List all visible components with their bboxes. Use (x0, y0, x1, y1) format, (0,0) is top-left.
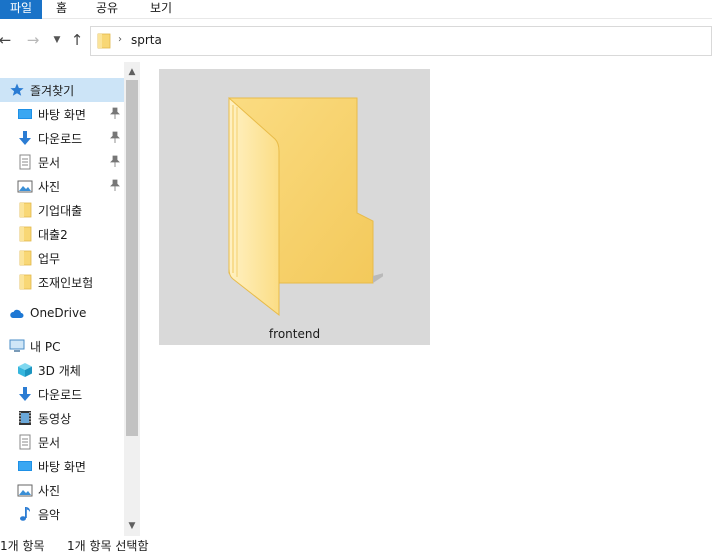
ribbon-tabs: 파일 홈 공유 보기 (0, 0, 712, 19)
download-icon (19, 387, 31, 401)
up-button[interactable]: ↑ (68, 30, 86, 50)
arrow-left-icon: ← (0, 31, 12, 49)
nav-label: 기업대출 (38, 204, 83, 218)
nav-item-downloads[interactable]: 다운로드 (0, 126, 124, 150)
navigation-bar: ← → ▼ ↑ › sprta (0, 20, 712, 62)
nav-label: 다운로드 (38, 132, 83, 146)
nav-label: 문서 (38, 436, 61, 450)
forward-button[interactable]: → (24, 30, 42, 50)
file-name[interactable]: frontend (159, 327, 430, 341)
nav-item-pc-downloads[interactable]: 다운로드 (0, 382, 124, 406)
item-count: 1개 항목 (0, 539, 45, 552)
scrollbar-thumb[interactable] (126, 80, 138, 436)
nav-item-pc-pictures[interactable]: 사진 (0, 478, 124, 502)
nav-label: 대출2 (38, 228, 68, 242)
star-icon (10, 83, 24, 96)
nav-item-folder-insurance[interactable]: 조재인보험 (0, 270, 124, 294)
folder-icon (97, 33, 111, 49)
nav-label: 즐겨찾기 (30, 84, 75, 98)
navigation-pane: 즐겨찾기 바탕 화면 다운로드 문서 사진 기업대출 대출2 업무 조재인보험 … (0, 62, 140, 536)
tab-share[interactable]: 공유 (96, 0, 118, 19)
status-bar: 1개 항목 1개 항목 선택함 (0, 536, 712, 552)
nav-item-pc-documents[interactable]: 문서 (0, 430, 124, 454)
music-icon (20, 507, 30, 521)
cloud-icon (10, 309, 24, 318)
nav-item-pictures[interactable]: 사진 (0, 174, 124, 198)
breadcrumb-separator-icon[interactable]: › (118, 34, 122, 45)
recent-locations-button[interactable]: ▼ (48, 30, 66, 50)
computer-icon (9, 339, 25, 352)
pin-icon[interactable] (110, 179, 120, 191)
nav-label: 동영상 (38, 412, 72, 426)
nav-label: OneDrive (30, 306, 87, 320)
pin-icon[interactable] (110, 131, 120, 143)
nav-label: 조재인보험 (38, 276, 94, 290)
document-icon (19, 434, 31, 450)
desktop-icon (18, 461, 32, 471)
selected-count: 1개 항목 선택함 (67, 539, 149, 552)
nav-label: 바탕 화면 (38, 460, 86, 474)
nav-item-folder-business-loan[interactable]: 기업대출 (0, 198, 124, 222)
scroll-up-icon[interactable]: ▲ (124, 64, 140, 80)
nav-scrollbar[interactable]: ▲ ▼ (124, 62, 140, 536)
nav-item-folder-loan2[interactable]: 대출2 (0, 222, 124, 246)
tab-file[interactable]: 파일 (0, 0, 42, 19)
nav-label: 다운로드 (38, 388, 83, 402)
chevron-down-icon: ▼ (53, 35, 61, 45)
scroll-down-icon[interactable]: ▼ (124, 518, 140, 534)
nav-item-music[interactable]: 음악 (0, 502, 124, 526)
nav-item-videos[interactable]: 동영상 (0, 406, 124, 430)
document-icon (19, 154, 31, 170)
pictures-icon (17, 484, 33, 497)
nav-onedrive[interactable]: OneDrive (0, 302, 124, 326)
tab-view[interactable]: 보기 (150, 0, 172, 19)
nav-item-3d-objects[interactable]: 3D 개체 (0, 358, 124, 382)
nav-item-desktop[interactable]: 바탕 화면 (0, 102, 124, 126)
file-list[interactable]: frontend (140, 62, 712, 536)
nav-quick-access[interactable]: 즐겨찾기 (0, 78, 124, 102)
video-icon (19, 411, 31, 425)
nav-label: 내 PC (30, 340, 61, 354)
nav-item-documents[interactable]: 문서 (0, 150, 124, 174)
nav-item-pc-desktop[interactable]: 바탕 화면 (0, 454, 124, 478)
folder-icon (228, 96, 383, 317)
pin-icon[interactable] (110, 107, 120, 119)
nav-label: 사진 (38, 484, 61, 498)
folder-icon (19, 226, 32, 242)
download-icon (19, 131, 31, 145)
arrow-right-icon: → (26, 31, 40, 49)
folder-icon (19, 274, 32, 290)
desktop-icon (18, 109, 32, 119)
arrow-up-icon: ↑ (70, 31, 84, 49)
nav-label: 문서 (38, 156, 61, 170)
file-item[interactable]: frontend (159, 69, 430, 345)
pictures-icon (17, 180, 33, 193)
nav-label: 3D 개체 (38, 364, 81, 378)
folder-icon (19, 250, 32, 266)
nav-label: 사진 (38, 180, 61, 194)
nav-label: 업무 (38, 252, 61, 266)
nav-item-folder-work[interactable]: 업무 (0, 246, 124, 270)
nav-this-pc[interactable]: 내 PC (0, 334, 124, 358)
breadcrumb-sprta[interactable]: sprta (131, 33, 162, 47)
3d-objects-icon (18, 363, 32, 377)
address-bar[interactable]: › sprta (90, 26, 712, 56)
nav-label: 바탕 화면 (38, 108, 86, 122)
folder-icon (19, 202, 32, 218)
back-button[interactable]: ← (0, 30, 14, 50)
nav-label: 음악 (38, 508, 61, 522)
pin-icon[interactable] (110, 155, 120, 167)
tab-home[interactable]: 홈 (56, 0, 67, 19)
